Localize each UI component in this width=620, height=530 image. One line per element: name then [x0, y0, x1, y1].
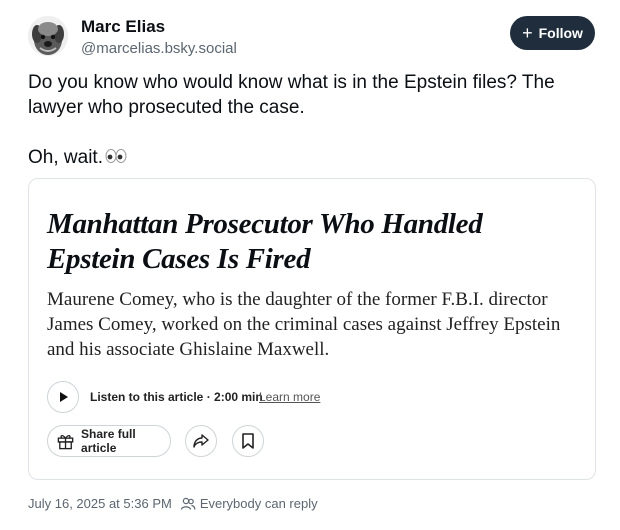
play-button[interactable] — [47, 381, 79, 413]
dog-avatar-icon — [28, 16, 68, 56]
follow-button[interactable]: + Follow — [510, 16, 595, 50]
post-footer: July 16, 2025 at 5:36 PM Everybody can r… — [28, 496, 318, 511]
share-arrow-icon — [193, 434, 209, 448]
post-timestamp[interactable]: July 16, 2025 at 5:36 PM — [28, 496, 172, 511]
plus-icon: + — [522, 23, 533, 43]
share-label: Share full article — [81, 427, 136, 455]
avatar[interactable] — [28, 16, 68, 56]
learn-more-link[interactable]: Learn more — [259, 390, 320, 404]
card-dek: Maurene Comey, who is the daughter of th… — [47, 289, 561, 360]
follow-label: Follow — [538, 25, 583, 41]
play-icon — [60, 392, 68, 402]
people-icon — [180, 497, 196, 510]
reply-setting: Everybody can reply — [180, 496, 318, 511]
post-line-2-wrap: Oh, wait. — [28, 145, 588, 170]
post-line-1: Do you know who would know what is in th… — [28, 72, 555, 118]
post-text: Do you know who would know what is in th… — [28, 70, 588, 170]
author-handle[interactable]: @marcelias.bsky.social — [81, 40, 237, 57]
listen-label: Listen to this article · 2:00 min — [90, 390, 263, 404]
share-button[interactable] — [185, 425, 217, 457]
card-headline[interactable]: Manhattan Prosecutor Who Handled Epstein… — [47, 207, 577, 277]
reply-setting-label: Everybody can reply — [199, 496, 318, 511]
author-name[interactable]: Marc Elias — [81, 17, 165, 37]
post-line-2: Oh, wait. — [28, 147, 103, 168]
gift-icon — [57, 434, 74, 450]
eyes-emoji-icon — [105, 145, 127, 170]
bookmark-button[interactable] — [232, 425, 264, 457]
share-full-article-button[interactable]: Share full article — [47, 425, 171, 457]
post: Marc Elias @marcelias.bsky.social + Foll… — [0, 0, 620, 530]
link-card[interactable]: Manhattan Prosecutor Who Handled Epstein… — [28, 178, 596, 480]
bookmark-icon — [242, 433, 254, 449]
